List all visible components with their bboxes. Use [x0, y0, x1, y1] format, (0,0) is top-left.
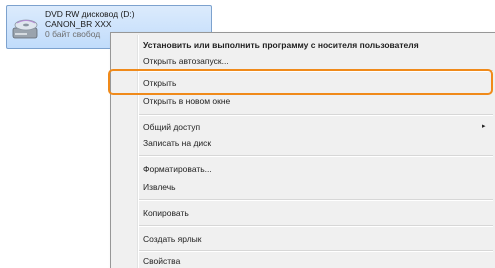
menu-item-eject[interactable]: Извлечь — [143, 181, 176, 193]
menu-separator — [139, 114, 493, 116]
menu-separator — [139, 250, 493, 252]
menu-separator — [139, 225, 493, 227]
context-menu: Установить или выполнить программу с нос… — [110, 32, 495, 268]
menu-separator — [139, 199, 493, 201]
menu-item-format[interactable]: Форматировать... — [143, 163, 212, 175]
menu-item-burn-to-disc[interactable]: Записать на диск — [143, 137, 211, 149]
menu-item-open-new-window[interactable]: Открыть в новом окне — [143, 95, 230, 107]
menu-item-copy[interactable]: Копировать — [143, 207, 189, 219]
menu-item-properties[interactable]: Свойства — [143, 255, 180, 267]
menu-item-share[interactable]: Общий доступ — [143, 121, 200, 133]
menu-item-create-shortcut[interactable]: Создать ярлык — [143, 233, 202, 245]
drive-name: DVD RW дисковод (D:) — [45, 9, 135, 19]
menu-separator — [139, 155, 493, 157]
menu-item-install-run[interactable]: Установить или выполнить программу с нос… — [143, 39, 419, 51]
optical-drive-icon — [12, 19, 38, 39]
menu-item-open-autoplay[interactable]: Открыть автозапуск... — [143, 55, 229, 67]
submenu-arrow-icon: ▸ — [482, 123, 486, 130]
desktop-area: DVD RW дисковод (D:) CANON_BR XXX 0 байт… — [0, 0, 495, 268]
open-highlight-frame — [108, 69, 493, 95]
drive-volume-label: CANON_BR XXX — [45, 19, 112, 29]
